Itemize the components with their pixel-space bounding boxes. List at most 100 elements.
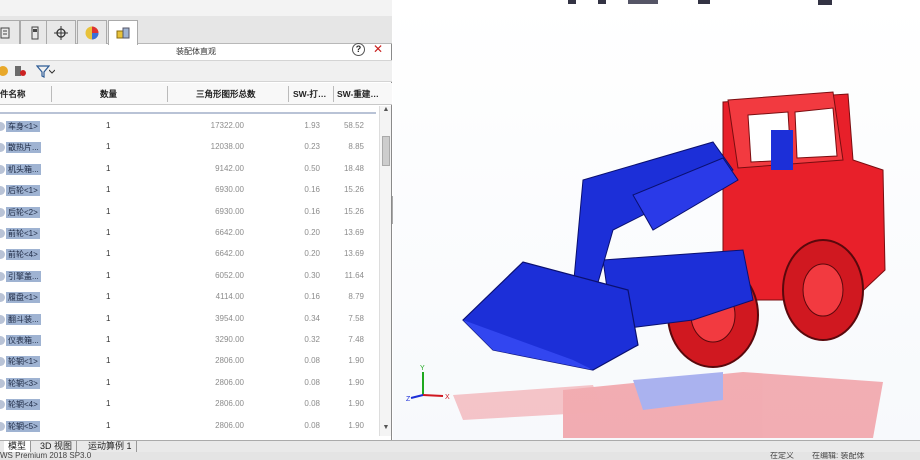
vertical-scrollbar[interactable]: ▲ ▼ — [379, 106, 391, 436]
component-icon — [0, 271, 5, 281]
feature-tree-icon — [0, 27, 10, 38]
component-sw-open-time: 0.08 — [304, 377, 320, 387]
component-icon — [0, 186, 5, 196]
status-editing: 在编辑: 装配体 — [812, 452, 865, 460]
component-icon — [0, 421, 5, 431]
component-icon — [0, 293, 5, 303]
component-quantity: 1 — [106, 399, 111, 409]
scroll-down-icon[interactable]: ▼ — [380, 424, 392, 434]
component-sw-open-time: 0.20 — [304, 228, 320, 237]
filter-icon[interactable] — [36, 64, 50, 78]
column-divider[interactable] — [333, 86, 334, 102]
column-divider[interactable] — [288, 86, 289, 102]
column-header-name[interactable]: 件名称 — [0, 83, 50, 105]
table-row[interactable]: 轮辋<5> 1 2806.00 0.08 1.90 — [0, 416, 378, 437]
scroll-up-icon[interactable]: ▲ — [380, 106, 392, 116]
component-name: 轮辋<3> — [6, 377, 40, 389]
scroll-thumb[interactable] — [382, 136, 390, 166]
component-triangles: 2806.00 — [215, 420, 244, 430]
component-name: 前轮<1> — [6, 228, 40, 239]
table-row[interactable]: 翻斗装... 1 3954.00 0.34 7.58 — [0, 309, 378, 330]
table-row[interactable]: 履盘<1> 1 4114.00 0.16 8.79 — [0, 287, 378, 308]
component-sw-open-time: 0.50 — [304, 163, 320, 173]
component-sw-open-time: 0.32 — [304, 335, 320, 344]
component-triangles: 2806.00 — [215, 356, 244, 366]
close-icon[interactable]: ✕ — [373, 42, 383, 56]
component-sw-rebuild-time: 1.90 — [348, 356, 364, 366]
component-sw-open-time: 0.30 — [304, 270, 320, 280]
component-quantity: 1 — [106, 335, 111, 344]
chevron-down-icon[interactable] — [49, 64, 55, 78]
table-row[interactable]: 前轮<1> 1 6642.00 0.20 13.69 — [0, 223, 378, 244]
table-row[interactable]: 轮辋<1> 1 2806.00 0.08 1.90 — [0, 351, 378, 372]
component-triangles: 6930.00 — [215, 185, 244, 195]
table-row[interactable]: 后轮<2> 1 6930.00 0.16 15.26 — [0, 202, 378, 223]
table-row[interactable]: 车身<1> 1 17322.00 1.93 58.52 — [0, 116, 378, 137]
help-icon[interactable]: ? — [352, 43, 365, 56]
component-sw-open-time: 0.34 — [304, 313, 320, 323]
crosshair-icon — [54, 25, 68, 40]
table-row[interactable]: 仪表箱... 1 3290.00 0.32 7.48 — [0, 330, 378, 351]
component-sw-rebuild-time: 1.90 — [348, 377, 364, 387]
component-sw-rebuild-time: 58.52 — [343, 121, 364, 130]
table-row[interactable]: 散热片... 1 12038.00 0.23 8.85 — [0, 137, 378, 158]
visualization-toolbar — [0, 60, 392, 82]
component-sw-open-time: 0.08 — [304, 420, 320, 430]
component-list-icon[interactable] — [13, 64, 27, 78]
component-sw-open-time: 0.16 — [304, 185, 320, 195]
component-quantity: 1 — [106, 163, 111, 173]
component-sw-rebuild-time: 11.64 — [344, 270, 364, 280]
tab-assembly-visualization[interactable] — [108, 20, 138, 45]
tab-configuration-manager[interactable] — [46, 20, 76, 44]
sort-icon[interactable] — [0, 64, 11, 78]
component-icon — [0, 314, 5, 324]
component-sw-open-time: 1.93 — [304, 121, 320, 130]
component-sw-rebuild-time: 8.79 — [348, 292, 364, 302]
table-row[interactable]: 前轮<4> 1 6642.00 0.20 13.69 — [0, 244, 378, 265]
column-header-triangles[interactable]: 三角形图形总数 — [196, 83, 266, 105]
coordinate-axis-icon: Z Y X — [406, 365, 450, 403]
status-bar: WS Premium 2018 SP3.0 在定义 在编辑: 装配体 — [0, 452, 920, 460]
component-quantity: 1 — [106, 420, 111, 430]
component-name: 翻斗装... — [6, 313, 41, 325]
property-manager-icon — [31, 26, 39, 39]
assembly-visualization-icon — [116, 27, 130, 39]
table-row[interactable]: 引擎盖... 1 6052.00 0.30 11.64 — [0, 266, 378, 287]
graphics-viewport[interactable]: Z Y X — [393, 0, 920, 440]
component-quantity: 1 — [106, 292, 111, 302]
column-header-qty[interactable]: 数量 — [100, 83, 130, 105]
tab-display-manager[interactable] — [77, 20, 107, 44]
component-name: 引擎盖... — [6, 270, 41, 282]
table-row[interactable]: 轮辋<4> 1 2806.00 0.08 1.90 — [0, 394, 378, 415]
tab-feature-manager[interactable] — [0, 20, 20, 44]
component-name: 轮辋<4> — [6, 399, 40, 411]
component-icon — [0, 400, 5, 410]
component-quantity: 1 — [106, 121, 111, 130]
component-sw-open-time: 0.23 — [304, 142, 320, 152]
floor-reflection — [453, 372, 883, 438]
table-row[interactable]: 后轮<1> 1 6930.00 0.16 15.26 — [0, 180, 378, 201]
component-name: 散热片... — [6, 142, 41, 154]
component-sw-rebuild-time: 18.48 — [343, 163, 364, 173]
column-divider[interactable] — [51, 86, 52, 102]
component-name: 仪表箱... — [6, 335, 41, 346]
component-name: 履盘<1> — [6, 292, 40, 304]
column-header-sw-open[interactable]: SW-打… — [293, 83, 331, 105]
column-header-sw-rebuild[interactable]: SW-重建… — [337, 83, 381, 105]
table-row[interactable]: 轮辋<3> 1 2806.00 0.08 1.90 — [0, 373, 378, 394]
component-name: 轮辋<1> — [6, 356, 40, 368]
status-version: WS Premium 2018 SP3.0 — [0, 452, 92, 460]
component-triangles: 6930.00 — [215, 206, 244, 216]
table-row[interactable]: 机头箱... 1 9142.00 0.50 18.48 — [0, 159, 378, 180]
assembly-visualization-panel: 装配体直观 ? ✕ 件名称 数量 三角形图形总数 SW-打… SW-重建… 车身… — [0, 0, 392, 440]
svg-text:Y: Y — [420, 365, 425, 372]
column-divider[interactable] — [167, 86, 168, 102]
component-sw-rebuild-time: 15.26 — [343, 206, 364, 216]
component-sw-rebuild-time: 7.58 — [348, 313, 364, 323]
component-quantity: 1 — [106, 313, 111, 323]
wheel-loader-model[interactable]: Z Y X — [393, 0, 920, 440]
panel-top-strip — [0, 0, 392, 16]
manager-tab-row — [0, 16, 392, 45]
svg-text:Z: Z — [406, 396, 411, 403]
component-sw-open-time: 0.20 — [304, 249, 320, 259]
